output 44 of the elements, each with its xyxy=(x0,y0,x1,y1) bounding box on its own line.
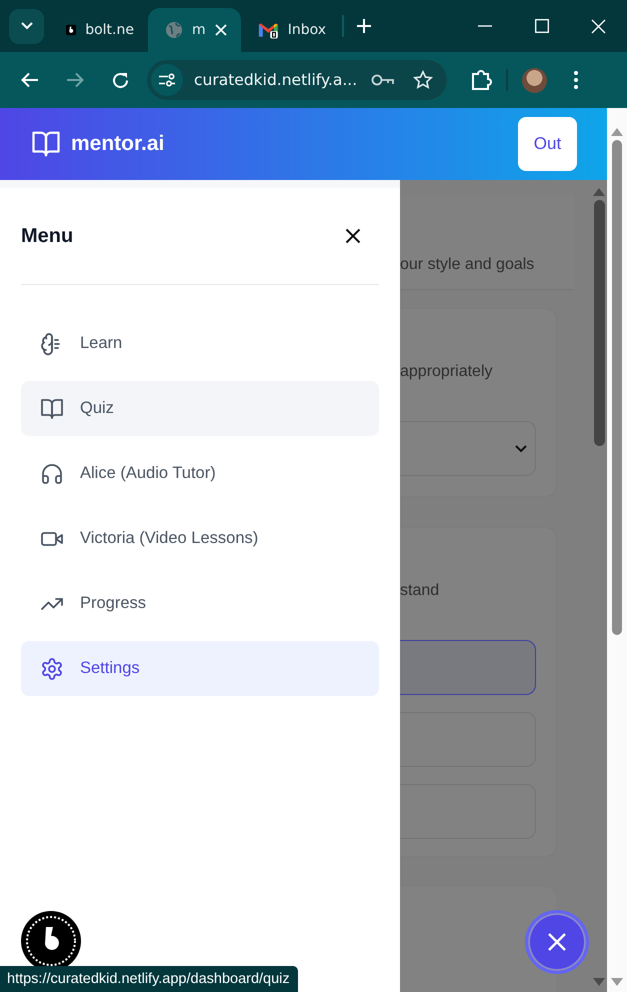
chevron-down-icon xyxy=(515,444,527,452)
browser-tab[interactable]: bolt.ne xyxy=(49,8,148,52)
card-text: stand xyxy=(400,582,440,600)
close-icon xyxy=(547,932,567,952)
menu-item[interactable]: Victoria (Video Lessons) xyxy=(21,511,379,566)
browser-tab[interactable]: Inbox xyxy=(241,8,340,52)
scroll-up-icon[interactable] xyxy=(611,128,623,136)
maximize-icon[interactable] xyxy=(534,19,548,33)
more-options-icon[interactable] xyxy=(574,71,578,89)
scroll-down-icon[interactable] xyxy=(611,978,623,986)
reload-icon[interactable] xyxy=(112,72,128,88)
menu-item[interactable]: Learn xyxy=(21,316,379,371)
settings-icon xyxy=(40,656,64,680)
key-icon[interactable] xyxy=(371,73,395,87)
menu-item[interactable]: Alice (Audio Tutor) xyxy=(21,446,379,501)
brand-name: mentor.ai xyxy=(71,132,164,156)
menu-item[interactable]: Progress xyxy=(21,576,379,631)
menu-title: Menu xyxy=(21,224,74,248)
menu-item[interactable]: Quiz xyxy=(21,381,379,436)
avatar[interactable] xyxy=(522,68,547,92)
puzzle-icon[interactable] xyxy=(470,69,492,91)
scrollbar-thumb[interactable] xyxy=(612,140,622,635)
address-bar[interactable]: curatedkid.netlify.a... xyxy=(147,60,447,100)
book-icon xyxy=(40,396,64,420)
status-url-tooltip: https://curatedkid.netlify.app/dashboard/quiz xyxy=(0,966,298,992)
site-info-icon[interactable] xyxy=(158,73,176,87)
chevron-down-icon xyxy=(20,22,32,30)
menu-item[interactable]: Settings xyxy=(21,641,379,696)
tab-list-button[interactable] xyxy=(9,8,44,44)
forward-arrow-icon[interactable] xyxy=(66,72,84,88)
mail-icon xyxy=(258,21,279,39)
new-tab-icon[interactable] xyxy=(356,18,372,34)
minimize-icon[interactable] xyxy=(478,25,492,27)
browser-tab[interactable]: m xyxy=(148,8,241,52)
headphones-icon xyxy=(40,462,64,486)
scrollbar-thumb[interactable] xyxy=(594,200,604,446)
book-logo-icon xyxy=(31,129,61,159)
close-icon[interactable] xyxy=(345,228,361,244)
star-icon[interactable] xyxy=(413,70,433,90)
card-text: our style and goals xyxy=(400,256,534,274)
back-arrow-icon[interactable] xyxy=(21,72,39,88)
sign-out-button[interactable]: Out xyxy=(518,117,577,171)
card-text: appropriately xyxy=(400,363,494,381)
globe-icon xyxy=(165,21,183,39)
